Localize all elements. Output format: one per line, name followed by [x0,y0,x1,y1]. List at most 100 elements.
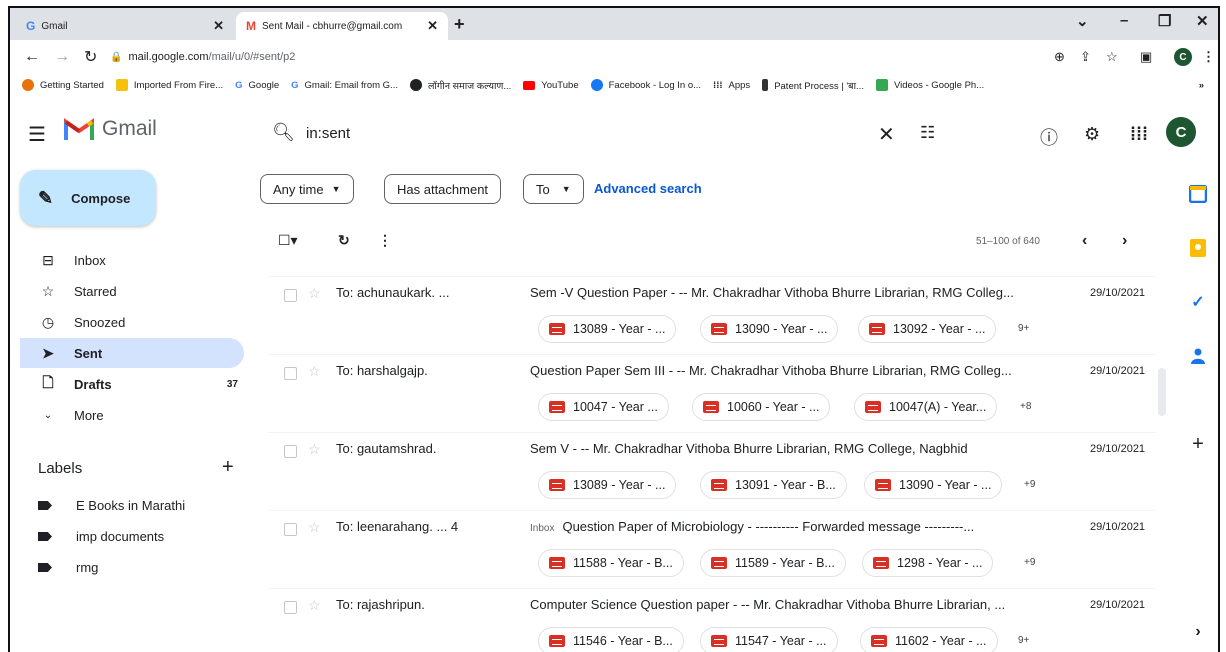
clear-search-icon[interactable]: ✕ [878,122,895,147]
tab-gmail[interactable]: G Gmail ✕ [16,12,234,40]
star-icon[interactable]: ☆ [308,441,321,458]
older-page-icon[interactable]: › [1122,232,1127,250]
help-icon[interactable]: ⓘ [1040,124,1058,150]
new-tab-button[interactable]: + [454,14,465,35]
label-item[interactable]: imp documents [38,529,164,544]
attachment-chip[interactable]: 11547 - Year - ... [700,627,838,652]
nav-snoozed[interactable]: ◷ Snoozed [20,307,244,337]
close-tab-icon[interactable]: ✕ [427,18,438,34]
nav-inbox[interactable]: ⊟ Inbox [20,245,244,275]
settings-gear-icon[interactable]: ⚙ [1084,124,1100,145]
bookmark-imported[interactable]: Imported From Fire... [115,79,223,91]
more-actions-icon[interactable]: ⋮ [378,232,392,249]
minimize-icon[interactable]: – [1120,12,1128,29]
window-close-icon[interactable]: ✕ [1196,12,1209,30]
bookmark-videos[interactable]: Videos - Google Ph... [875,79,984,91]
nav-starred[interactable]: ☆ Starred [20,276,244,306]
gmail-logo[interactable]: Gmail [64,117,157,141]
browser-profile-avatar[interactable]: C [1174,48,1192,66]
more-attachments-count[interactable]: +9 [1024,479,1035,490]
add-label-icon[interactable]: + [222,456,234,479]
attachment-chip[interactable]: 11588 - Year - B... [538,549,684,577]
bookmark-youtube[interactable]: YouTube [523,80,579,91]
browser-menu-icon[interactable]: ⋮ [1202,49,1215,65]
sidepanel-icon[interactable]: ▣ [1140,49,1152,65]
keep-icon[interactable] [1188,238,1208,258]
row-checkbox[interactable] [284,367,297,380]
bookmark-star-icon[interactable]: ☆ [1106,49,1118,65]
nav-sent[interactable]: ➤ Sent [20,338,244,368]
has-attachment-filter[interactable]: Has attachment [384,174,502,204]
attachment-chip[interactable]: 1298 - Year - ... [862,549,994,577]
bookmark-getting-started[interactable]: Getting Started [22,79,104,91]
calendar-icon[interactable] [1188,184,1208,204]
account-avatar[interactable]: C [1166,117,1196,147]
expand-panel-icon[interactable]: › [1188,622,1208,642]
attachment-chip[interactable]: 13089 - Year - ... [538,471,677,499]
row-checkbox[interactable] [284,289,297,302]
tab-search-icon[interactable]: ⌄ [1076,12,1089,30]
reload-icon[interactable]: ↻ [84,47,97,67]
attachment-chip[interactable]: 13090 - Year - ... [700,315,839,343]
attachment-chip[interactable]: 11602 - Year - ... [860,627,998,652]
scrollbar-thumb[interactable] [1158,368,1166,416]
main-menu-icon[interactable]: ☰ [28,122,46,147]
attachment-chip[interactable]: 13091 - Year - B... [700,471,847,499]
email-row[interactable]: ☆ To: harshalgajp. Question Paper Sem II… [268,354,1156,432]
label-item[interactable]: E Books in Marathi [38,498,185,513]
attachment-chip[interactable]: 10047(A) - Year... [854,393,998,421]
close-tab-icon[interactable]: ✕ [213,18,224,34]
to-filter[interactable]: To ▼ [523,174,584,204]
tab-sent-mail[interactable]: M Sent Mail - cbhurre@gmail.com ✕ [236,12,448,40]
refresh-icon[interactable]: ↻ [338,232,350,249]
star-icon[interactable]: ☆ [308,519,321,536]
more-attachments-count[interactable]: 9+ [1018,635,1029,646]
advanced-search-link[interactable]: Advanced search [594,181,702,196]
row-checkbox[interactable] [284,523,297,536]
attachment-chip[interactable]: 10047 - Year ... [538,393,669,421]
compose-button[interactable]: ✎ Compose [20,170,156,226]
search-icon[interactable]: 🔍︎ [272,122,295,143]
row-checkbox[interactable] [284,601,297,614]
forward-icon[interactable]: → [54,48,70,66]
attachment-chip[interactable]: 11589 - Year - B... [700,549,846,577]
bookmark-patent[interactable]: Patent Process | 'बा... [762,79,864,92]
address-bar[interactable]: 🔒 mail.google.com/mail/u/0/#sent/p2 [110,51,295,63]
star-icon[interactable]: ☆ [308,285,321,302]
bookmark-samaj-kalyan[interactable]: लॉगीन समाज कल्याण... [409,79,511,92]
email-row[interactable]: ☆ To: achunaukark. ... Sem -V Question P… [268,276,1156,354]
attachment-chip[interactable]: 10060 - Year - ... [692,393,831,421]
attachment-chip[interactable]: 13092 - Year - ... [858,315,997,343]
bookmark-facebook[interactable]: Facebook - Log In o... [590,79,701,91]
bookmark-gmail[interactable]: G Gmail: Email from G... [291,80,398,91]
search-input[interactable] [306,118,866,148]
restore-icon[interactable]: ❐ [1158,12,1171,30]
google-apps-icon[interactable]: ⁞⁞⁞ [1130,124,1148,145]
label-item[interactable]: rmg [38,560,98,575]
any-time-filter[interactable]: Any time ▼ [260,174,354,204]
bookmarks-overflow-icon[interactable]: » [1199,80,1204,91]
share-icon[interactable]: ⇪ [1080,49,1091,65]
add-addon-icon[interactable]: + [1188,433,1208,455]
zoom-icon[interactable]: ⊕ [1054,49,1065,65]
bookmark-google[interactable]: G Google [235,80,279,91]
attachment-chip[interactable]: 13089 - Year - ... [538,315,677,343]
email-row[interactable]: ☆ To: leenarahang. ... 4 Inbox Question P… [268,510,1156,588]
email-row[interactable]: ☆ To: gautamshrad. Sem V - -- Mr. Chakra… [268,432,1156,510]
attachment-chip[interactable]: 11546 - Year - B... [538,627,684,652]
select-all-checkbox-icon[interactable]: ☐▾ [278,232,298,249]
newer-page-icon[interactable]: ‹ [1082,232,1087,250]
back-icon[interactable]: ← [24,48,40,66]
email-row[interactable]: ☆ To: rajashripun. Computer Science Ques… [268,588,1156,652]
attachment-chip[interactable]: 13090 - Year - ... [864,471,1003,499]
more-attachments-count[interactable]: +8 [1020,401,1031,412]
nav-more[interactable]: ⌄ More [20,400,244,430]
more-attachments-count[interactable]: 9+ [1018,323,1029,334]
search-options-icon[interactable]: ☷ [920,123,935,143]
nav-drafts[interactable]: 🗋 Drafts 37 [20,369,244,399]
more-attachments-count[interactable]: +9 [1024,557,1035,568]
contacts-icon[interactable] [1188,346,1208,366]
bookmark-apps[interactable]: ⁞⁞⁞ Apps [713,80,750,91]
row-checkbox[interactable] [284,445,297,458]
star-icon[interactable]: ☆ [308,597,321,614]
